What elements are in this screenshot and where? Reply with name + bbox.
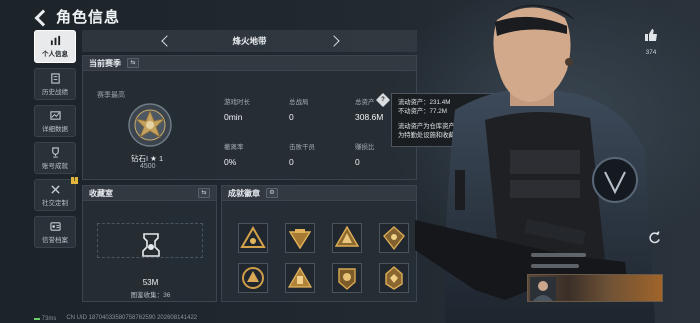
info-icon[interactable]: ? bbox=[375, 92, 391, 108]
badge-emblem-icon bbox=[334, 225, 360, 247]
rank-score: 4500 bbox=[140, 163, 156, 170]
stat-operators-defeated: 击败干员 0 bbox=[289, 141, 349, 167]
panel-title: 当前赛季 bbox=[89, 58, 121, 68]
current-season-panel: 当前赛季 ⇆ 赛季最高 钻石I ★ 1 4500 游戏时长 0min 总战局 0… bbox=[82, 55, 417, 180]
tab-label: 历史战绩 bbox=[42, 88, 68, 96]
thumbs-up-icon bbox=[645, 29, 657, 41]
achievement-badge[interactable] bbox=[238, 263, 268, 293]
name-card-banner[interactable] bbox=[527, 274, 663, 302]
tab-credit-file[interactable]: 信誉档案 bbox=[34, 216, 76, 248]
header: 角色信息 bbox=[34, 6, 120, 27]
swap-icon[interactable]: ⇆ bbox=[198, 188, 210, 198]
panel-header: 收藏室 ⇆ bbox=[83, 186, 216, 201]
detail-data-icon bbox=[49, 110, 61, 120]
avatar-icon bbox=[530, 277, 556, 301]
vault-trophy-icon bbox=[142, 233, 160, 257]
rank-emblem-icon bbox=[128, 103, 172, 147]
tab-detail-data[interactable]: 详细数据 bbox=[34, 105, 76, 137]
achievement-badge[interactable] bbox=[332, 223, 362, 253]
tab-history[interactable]: 历史战绩 bbox=[34, 68, 76, 100]
swap-icon[interactable]: ⇆ bbox=[127, 58, 139, 68]
tab-label: 社交定制 bbox=[42, 199, 68, 207]
season-name: 烽火地带 bbox=[232, 36, 267, 46]
stat-value: 0min bbox=[224, 112, 243, 122]
badge-emblem-icon bbox=[242, 267, 264, 289]
panel-header: 当前赛季 ⇆ bbox=[83, 56, 416, 71]
vault-collection: 图鉴收集：36 bbox=[130, 292, 171, 299]
settings-gear-icon[interactable]: ⚙ bbox=[266, 188, 278, 198]
stat-label: 击败干员 bbox=[289, 144, 315, 151]
refresh-icon[interactable] bbox=[648, 231, 661, 244]
achievement-icon bbox=[51, 146, 59, 158]
tab-label: 账号成就 bbox=[42, 162, 68, 170]
like-button[interactable]: 374 bbox=[640, 28, 662, 56]
back-arrow-icon[interactable] bbox=[34, 8, 48, 26]
history-icon bbox=[50, 72, 60, 84]
stat-label: 游戏时长 bbox=[224, 99, 250, 106]
vault-amount: 53M bbox=[142, 278, 159, 287]
notice-badge: ! bbox=[71, 177, 78, 184]
stat-value: 0% bbox=[224, 157, 237, 167]
badge-emblem-icon bbox=[240, 226, 266, 248]
tab-social-custom[interactable]: ! 社交定制 bbox=[34, 177, 78, 211]
achievement-badge[interactable] bbox=[238, 223, 268, 253]
achievement-badge[interactable] bbox=[379, 263, 409, 293]
badge-emblem-icon bbox=[338, 268, 356, 290]
stat-value: 0 bbox=[289, 157, 294, 167]
achievement-badge-panel: 成就徽章 ⚙ bbox=[221, 185, 417, 302]
like-count: 374 bbox=[645, 49, 657, 56]
panel-title: 收藏室 bbox=[89, 188, 113, 198]
rank-caption: 赛季最高 bbox=[97, 92, 125, 99]
badge-emblem-icon bbox=[287, 266, 313, 288]
network-status: 73ms bbox=[34, 315, 56, 322]
tab-label: 信誉档案 bbox=[42, 236, 68, 244]
stat-value: 0 bbox=[355, 157, 360, 167]
stat-extraction-rate: 撤离率 0% bbox=[224, 141, 284, 167]
tab-label: 详细数据 bbox=[42, 125, 68, 133]
badge-emblem-icon bbox=[288, 229, 312, 250]
collection-room-panel[interactable]: 收藏室 ⇆ 53M 图鉴收集：36 bbox=[82, 185, 217, 302]
panel-header: 成就徽章 ⚙ bbox=[222, 186, 416, 201]
blurred-player-tag bbox=[531, 264, 579, 268]
side-tab-rail: 个人信息 历史战绩 详细数据 账号成就 ! 社交定制 信誉档案 bbox=[34, 30, 78, 253]
stat-label: 撤离率 bbox=[224, 144, 244, 151]
credit-file-icon bbox=[49, 221, 61, 231]
social-custom-icon bbox=[50, 184, 60, 194]
tab-label: 个人信息 bbox=[42, 51, 68, 58]
badge-emblem-icon bbox=[383, 226, 405, 251]
blurred-player-name bbox=[531, 253, 586, 257]
achievement-badge[interactable] bbox=[332, 263, 362, 293]
panel-title: 成就徽章 bbox=[228, 188, 260, 198]
achievement-badge[interactable] bbox=[379, 223, 409, 253]
bar-chart-icon bbox=[50, 35, 60, 46]
uid-label: CN UID 18704033580758762590 202608141422 bbox=[66, 315, 198, 321]
stat-total-matches: 总战局 0 bbox=[289, 96, 349, 122]
chevron-right-icon[interactable] bbox=[330, 36, 340, 46]
chevron-left-icon[interactable] bbox=[160, 36, 170, 46]
stat-value: 0 bbox=[289, 112, 294, 122]
ping-value: 73ms bbox=[41, 316, 57, 322]
stat-label: 总战局 bbox=[289, 99, 309, 106]
character-info-screen: 角色信息 个人信息 历史战绩 详细数据 账号成就 ! 社交定制 信誉档案 烽火地… bbox=[0, 0, 700, 323]
badge-emblem-icon bbox=[385, 266, 403, 290]
tab-achievements[interactable]: 账号成就 bbox=[34, 142, 76, 174]
tab-personal-info[interactable]: 个人信息 bbox=[34, 30, 76, 63]
signal-icon bbox=[34, 315, 40, 320]
season-selector: 烽火地带 bbox=[82, 30, 417, 52]
status-footer: 73ms CN UID 18704033580758762590 2026081… bbox=[34, 315, 197, 322]
stat-play-time: 游戏时长 0min bbox=[224, 96, 284, 122]
achievement-badge[interactable] bbox=[285, 223, 315, 253]
achievement-badge[interactable] bbox=[285, 263, 315, 293]
page-title: 角色信息 bbox=[56, 9, 121, 26]
